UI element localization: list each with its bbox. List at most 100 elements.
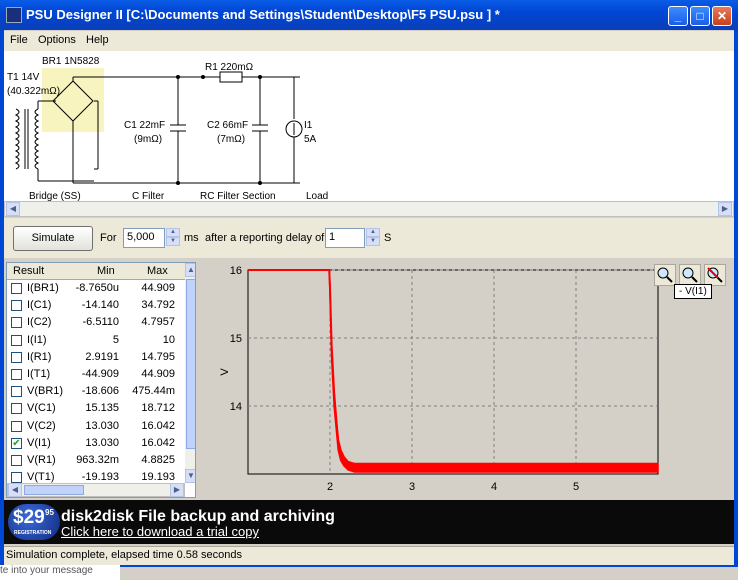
window-title: PSU Designer II [C:\Documents and Settin… [26, 7, 500, 22]
chart-legend: - V(I1) [674, 284, 712, 299]
result-name: V(C1) [27, 402, 56, 415]
result-row[interactable]: V(C2) 13.030 16.042 [7, 418, 185, 435]
status-bar: Simulation complete, elapsed time 0.58 s… [4, 546, 734, 565]
result-checkbox[interactable] [11, 420, 22, 432]
spin-up-icon[interactable]: ▲ [166, 228, 180, 237]
result-checkbox[interactable] [11, 455, 22, 466]
result-row[interactable]: I(I1) 5 10 [7, 332, 185, 349]
background-window-text: te into your message [0, 565, 120, 580]
ad-banner[interactable]: $29 95 REGISTRATION disk2disk File backu… [4, 500, 734, 544]
duration-spinner[interactable]: ▲ ▼ [166, 228, 180, 248]
result-min: -6.5110 [82, 316, 120, 329]
result-checkbox[interactable] [11, 472, 22, 484]
menu-bar: File Options Help [4, 31, 734, 51]
result-row[interactable]: I(T1) -44.909 44.909 [7, 366, 185, 383]
results-hscrollbar[interactable]: ◀ ▶ [7, 483, 185, 497]
badge-price: $29 [13, 507, 45, 528]
duration-input[interactable]: 5,000 [123, 228, 165, 248]
result-checkbox[interactable] [11, 369, 22, 380]
schematic-scrollbar[interactable]: ◀ ▶ [4, 201, 734, 217]
close-button[interactable]: ✕ [712, 6, 732, 26]
result-max: 44.909 [141, 368, 175, 380]
result-name: I(BR1) [27, 282, 59, 294]
scroll-left-button[interactable]: ◀ [6, 202, 20, 216]
result-checkbox[interactable] [11, 403, 22, 415]
result-min: 13.030 [85, 419, 119, 432]
delay-label: after a reporting delay of [205, 232, 325, 244]
zoom-reset-button[interactable] [704, 264, 726, 286]
result-min: 15.135 [85, 402, 119, 415]
result-row[interactable]: V(BR1) -18.606 475.44m [7, 383, 185, 400]
result-checkbox[interactable] [11, 317, 22, 329]
result-checkbox[interactable] [11, 334, 22, 346]
simulate-button[interactable]: Simulate [13, 226, 93, 251]
schematic-canvas[interactable]: T1 14V (40.322mΩ) BR1 1N5828 R1 220mΩ C1… [4, 51, 734, 202]
c2-esr: (7mΩ) [217, 134, 246, 145]
menu-options[interactable]: Options [38, 34, 76, 46]
header-result[interactable]: Result [13, 265, 44, 277]
badge-note: REGISTRATION [14, 530, 52, 536]
spin-down-icon[interactable]: ▼ [166, 237, 180, 246]
ad-download-link[interactable]: Click here to download a trial copy [61, 524, 259, 539]
results-vscrollbar[interactable]: ▲ ▼ [185, 263, 195, 483]
title-bar[interactable]: PSU Designer II [C:\Documents and Settin… [0, 0, 738, 30]
delay-input[interactable]: 1 [325, 228, 365, 248]
zoom-in-button[interactable] [654, 264, 676, 286]
y-tick-label: 15 [230, 333, 242, 345]
result-checkbox[interactable] [11, 300, 22, 312]
result-row[interactable]: ✔ V(I1) 13.030 16.042 [7, 435, 185, 452]
result-name: V(R1) [27, 454, 56, 466]
result-min: 2.9191 [85, 350, 119, 363]
result-row[interactable]: I(BR1) -8.7650u 44.909 [7, 280, 185, 297]
t1-label: T1 14V [7, 72, 40, 83]
result-max: 4.7957 [141, 316, 175, 329]
result-checkbox[interactable]: ✔ [11, 437, 22, 449]
results-list[interactable]: Result Min Max I(BR1) -8.7650u 44.909 I(C1)… [6, 262, 196, 498]
spin-up-icon[interactable]: ▲ [366, 228, 380, 237]
transformer-primary [14, 108, 20, 170]
scroll-down-button[interactable]: ▼ [185, 469, 195, 483]
result-name: I(C2) [27, 316, 52, 329]
menu-help[interactable]: Help [86, 34, 109, 46]
result-row[interactable]: I(C2) -6.5110 4.7957 [7, 314, 185, 331]
result-name: V(I1) [27, 436, 51, 449]
y-axis-label: V [219, 368, 231, 376]
c1-esr: (9mΩ) [134, 134, 163, 145]
result-min: 963.32m [76, 454, 119, 466]
badge-cents: 95 [45, 508, 54, 517]
spin-down-icon[interactable]: ▼ [366, 237, 380, 246]
result-max: 44.909 [141, 282, 175, 294]
scroll-thumb[interactable] [186, 279, 195, 449]
header-max[interactable]: Max [147, 265, 168, 277]
result-checkbox[interactable] [11, 283, 22, 294]
scroll-thumb[interactable] [24, 485, 84, 495]
x-tick-label: 5 [573, 481, 579, 493]
minimize-button[interactable]: _ [668, 6, 688, 26]
result-checkbox[interactable] [11, 351, 22, 363]
result-row[interactable]: V(R1) 963.32m 4.8825 [7, 452, 185, 469]
maximize-button[interactable]: □ [690, 6, 710, 26]
x-tick-label: 3 [409, 481, 415, 493]
result-min: -44.909 [81, 368, 119, 380]
br1-label: BR1 1N5828 [42, 56, 100, 67]
scroll-right-button[interactable]: ▶ [718, 202, 732, 216]
i1-label: I1 [304, 120, 313, 131]
plot-panel[interactable]: 2 3 4 5 14 15 16 V - V(I1) [200, 262, 734, 498]
header-min[interactable]: Min [97, 265, 115, 277]
result-row[interactable]: I(R1) 2.9191 14.795 [7, 349, 185, 366]
for-label: For [100, 232, 117, 244]
scroll-left-button[interactable]: ◀ [8, 483, 22, 497]
i1-value: 5A [304, 134, 317, 145]
scroll-right-button[interactable]: ▶ [170, 483, 184, 497]
result-checkbox[interactable] [11, 386, 22, 398]
delay-spinner[interactable]: ▲ ▼ [366, 228, 380, 248]
zoom-reset-icon [707, 267, 723, 283]
scroll-up-button[interactable]: ▲ [185, 263, 195, 277]
price-badge: $29 95 REGISTRATION [8, 504, 60, 540]
result-row[interactable]: V(C1) 15.135 18.712 [7, 400, 185, 417]
zoom-fit-button[interactable] [679, 264, 701, 286]
result-row[interactable]: I(C1) -14.140 34.792 [7, 297, 185, 314]
result-max: 4.8825 [141, 454, 175, 466]
zoom-in-icon [657, 267, 673, 283]
menu-file[interactable]: File [10, 34, 28, 46]
